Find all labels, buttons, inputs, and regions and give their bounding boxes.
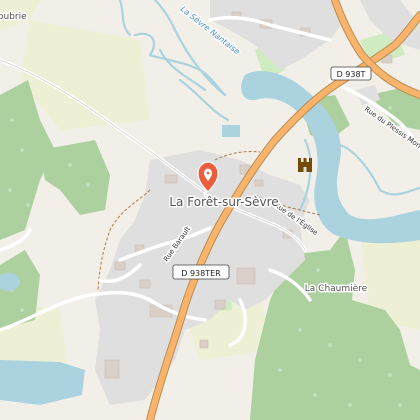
shield-d938t: D 938T	[330, 66, 372, 81]
hamlet-label: La Chaumière	[305, 283, 368, 294]
castle-icon[interactable]	[298, 158, 312, 172]
map-canvas[interactable]: La Sèvre Nantaise Rue de l'Église Rue Ba…	[0, 0, 420, 420]
shield-d938ter: D 938TER	[172, 264, 230, 280]
shield-d938t-text: D 938T	[337, 70, 366, 79]
edge-place-label: oubrie	[0, 12, 27, 22]
town-label: La Forêt-sur-Sèvre	[169, 195, 278, 209]
shield-d938ter-text: D 938TER	[181, 269, 221, 278]
